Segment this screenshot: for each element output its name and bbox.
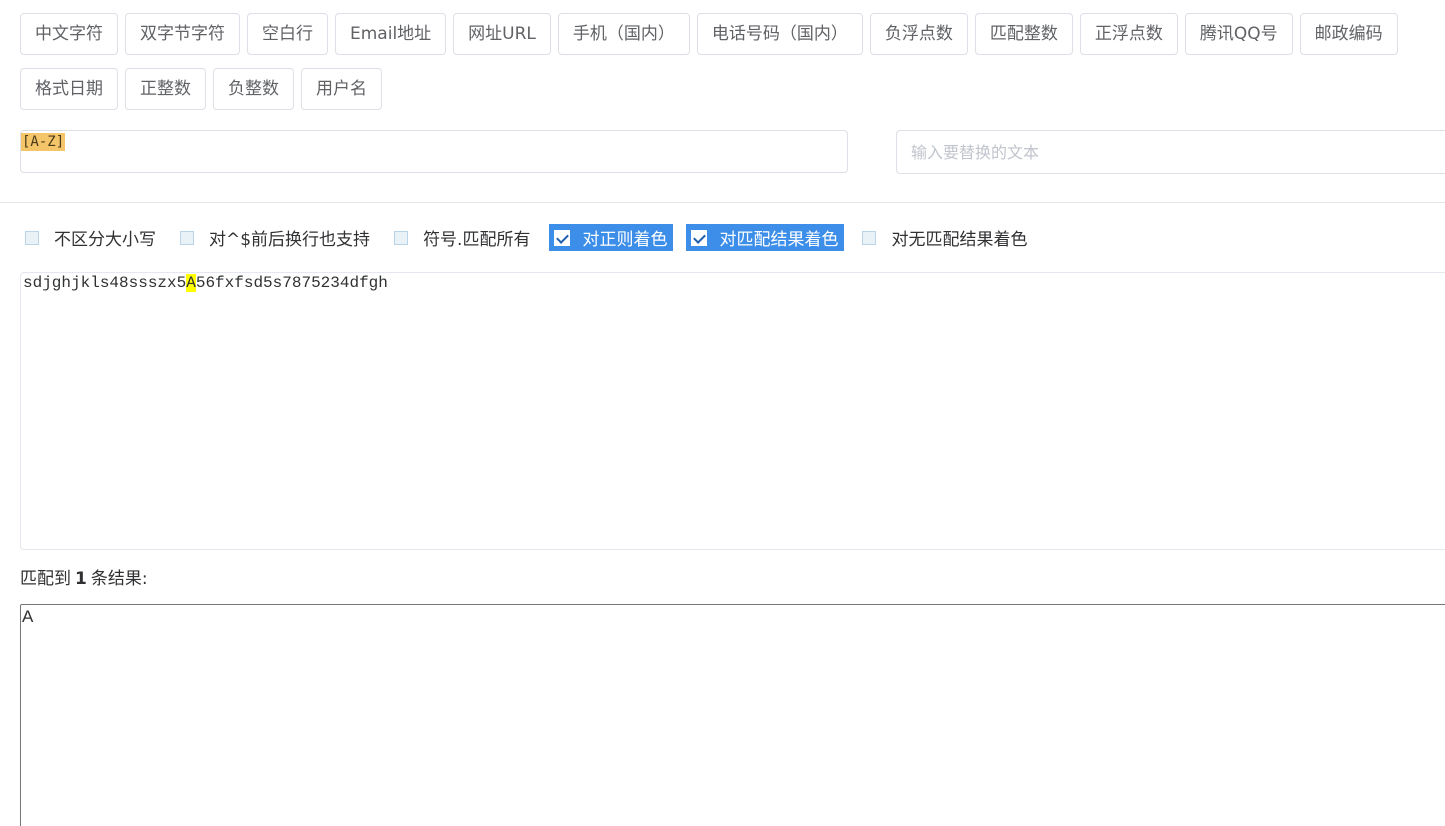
match-count-prefix: 匹配到 <box>20 569 71 589</box>
preset-button[interactable]: 正整数 <box>125 68 206 110</box>
regex-tester-page: 中文字符 双字节字符 空白行 Email地址 网址URL 手机（国内） 电话号码（国内） 负浮… <box>0 0 1445 826</box>
match-count-label: 匹配到 1 条结果: <box>20 564 148 589</box>
options-bar: 不区分大小写 对^$前后换行也支持 符号.匹配所有 对正则着色 对匹配结果着色 对无匹配结… <box>20 224 1046 251</box>
preset-button[interactable]: 腾讯QQ号 <box>1184 13 1293 55</box>
option-checkbox[interactable]: 不区分大小写 <box>20 224 162 251</box>
match-count-suffix: 条结果: <box>90 569 148 589</box>
checkbox-checked-icon[interactable] <box>691 229 708 246</box>
option-label: 对无匹配结果着色 <box>891 230 1028 250</box>
option-checkbox[interactable]: 对无匹配结果着色 <box>857 224 1033 251</box>
match-results-textarea[interactable]: A <box>20 604 1445 826</box>
preset-button[interactable]: 格式日期 <box>20 68 118 110</box>
preset-button[interactable]: 中文字符 <box>20 13 118 55</box>
preset-button[interactable]: 负整数 <box>213 68 294 110</box>
option-label: 符号.匹配所有 <box>423 230 531 250</box>
regex-input[interactable]: [A-Z] <box>20 130 848 173</box>
preset-button[interactable]: 负浮点数 <box>869 13 968 55</box>
source-text-after: 56fxfsd5s7875234dfgh <box>195 274 388 292</box>
preset-button[interactable]: 网址URL <box>453 13 551 55</box>
source-text-before: sdjghjkls48ssszx5 <box>23 274 187 292</box>
replace-text-input[interactable] <box>896 130 1445 174</box>
preset-button-group: 中文字符 双字节字符 空白行 Email地址 网址URL 手机（国内） 电话号码（国内） 负浮… <box>20 13 1445 110</box>
match-result-text: A <box>22 607 34 626</box>
option-label: 对^$前后换行也支持 <box>209 230 371 250</box>
preset-button[interactable]: 双字节字符 <box>125 13 240 55</box>
option-checkbox[interactable]: 对匹配结果着色 <box>686 224 845 251</box>
option-checkbox[interactable]: 对正则着色 <box>549 224 674 251</box>
preset-button[interactable]: Email地址 <box>335 13 447 55</box>
checkbox-unchecked-icon[interactable] <box>180 230 194 245</box>
preset-button[interactable]: 邮政编码 <box>1299 13 1398 55</box>
match-count-value: 1 <box>75 569 87 589</box>
regex-highlighted-text: [A-Z] <box>21 133 66 151</box>
section-divider <box>0 202 1445 203</box>
option-label: 对匹配结果着色 <box>719 230 839 250</box>
option-label: 不区分大小写 <box>54 230 156 250</box>
preset-button[interactable]: 正浮点数 <box>1079 13 1178 55</box>
preset-button[interactable]: 手机（国内） <box>557 13 690 55</box>
source-text-area[interactable]: sdjghjkls48ssszx5A56fxfsd5s7875234dfgh <box>20 272 1445 550</box>
checkbox-unchecked-icon[interactable] <box>394 230 409 245</box>
preset-button[interactable]: 电话号码（国内） <box>696 13 863 55</box>
preset-button[interactable]: 用户名 <box>301 68 382 110</box>
preset-button[interactable]: 匹配整数 <box>974 13 1073 55</box>
preset-button[interactable]: 空白行 <box>247 13 328 55</box>
option-checkbox[interactable]: 符号.匹配所有 <box>389 224 536 251</box>
source-match-highlight: A <box>186 274 196 292</box>
checkbox-unchecked-icon[interactable] <box>25 230 39 245</box>
checkbox-checked-icon[interactable] <box>554 229 571 246</box>
checkbox-unchecked-icon[interactable] <box>862 230 877 245</box>
option-label: 对正则着色 <box>582 230 668 250</box>
option-checkbox[interactable]: 对^$前后换行也支持 <box>175 224 376 251</box>
